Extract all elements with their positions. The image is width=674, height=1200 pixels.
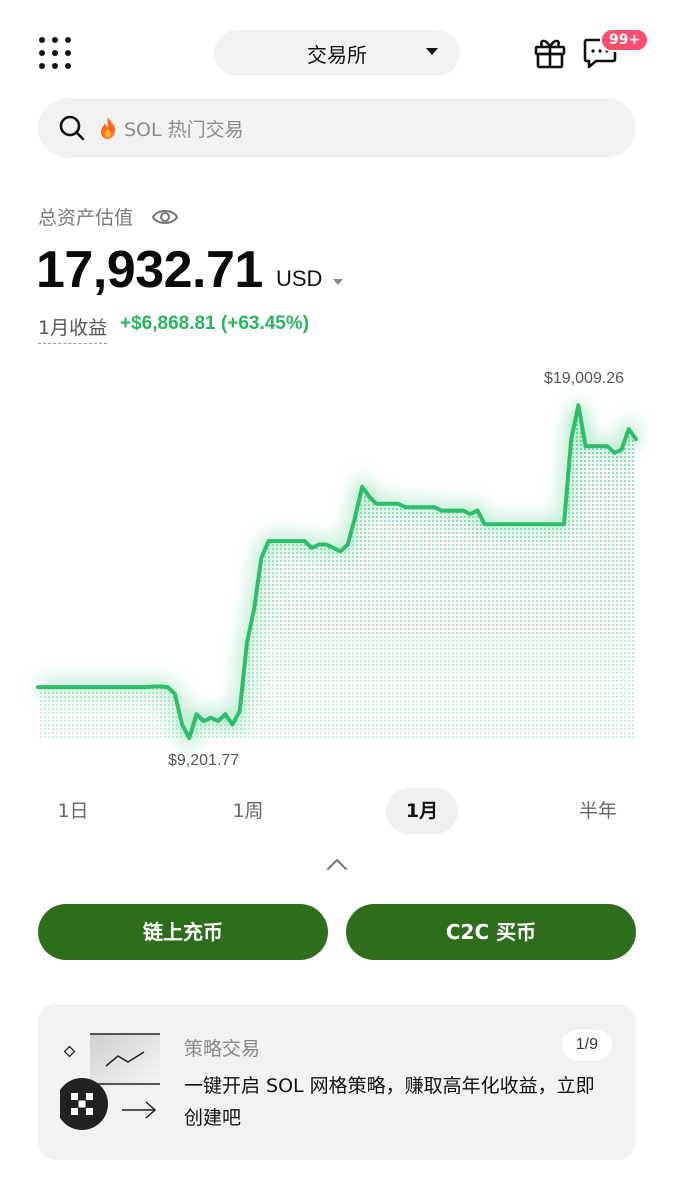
notification-badge: 99+	[600, 28, 650, 52]
total-balance: 17,932.71	[36, 241, 263, 299]
onchain-deposit-button[interactable]: 链上充币	[38, 904, 328, 960]
pnl-period-label[interactable]: 1月收益	[38, 313, 108, 344]
exchange-mode-label: 交易所	[307, 42, 367, 67]
chevron-up-icon[interactable]	[325, 856, 349, 872]
tab-1w[interactable]: 1周	[222, 788, 274, 834]
pnl-value: +$6,868.81 (+63.45%)	[120, 313, 310, 334]
eye-icon[interactable]	[151, 206, 179, 228]
strategy-title: 策略交易	[184, 1038, 261, 1060]
balance-chart[interactable]	[0, 360, 674, 780]
strategy-banner[interactable]: 策略交易 一键开启 SOL 网格策略，赚取高年化收益，立即创建吧 1/9	[38, 1004, 636, 1160]
banner-pager: 1/9	[561, 1030, 612, 1060]
caret-down-icon	[426, 48, 438, 55]
tab-1d[interactable]: 1日	[48, 788, 98, 834]
wallet-home: 交易所 99+ SOL 热门交易 总资产估值 17,932.71 USD 1月收…	[0, 0, 674, 1200]
grid-strategy-illustration	[60, 1033, 160, 1130]
tab-1m[interactable]: 1月	[386, 788, 458, 834]
chart-min-label: $9,201.77	[168, 752, 240, 769]
gift-icon[interactable]	[532, 34, 568, 70]
search-input[interactable]: SOL 热门交易	[38, 98, 636, 158]
total-asset-label: 总资产估值	[38, 207, 134, 229]
c2c-buy-button[interactable]: C2C 买币	[346, 904, 636, 960]
currency-select[interactable]: USD	[276, 266, 322, 292]
search-placeholder: SOL 热门交易	[124, 118, 244, 141]
caret-down-icon	[333, 279, 343, 285]
fire-icon	[101, 117, 116, 139]
exchange-mode-select[interactable]: 交易所	[214, 30, 460, 76]
grid-icon[interactable]	[38, 36, 72, 70]
search-icon	[59, 115, 85, 141]
tab-6m[interactable]: 半年	[568, 788, 628, 834]
strategy-description: 一键开启 SOL 网格策略，赚取高年化收益，立即创建吧	[184, 1075, 595, 1129]
